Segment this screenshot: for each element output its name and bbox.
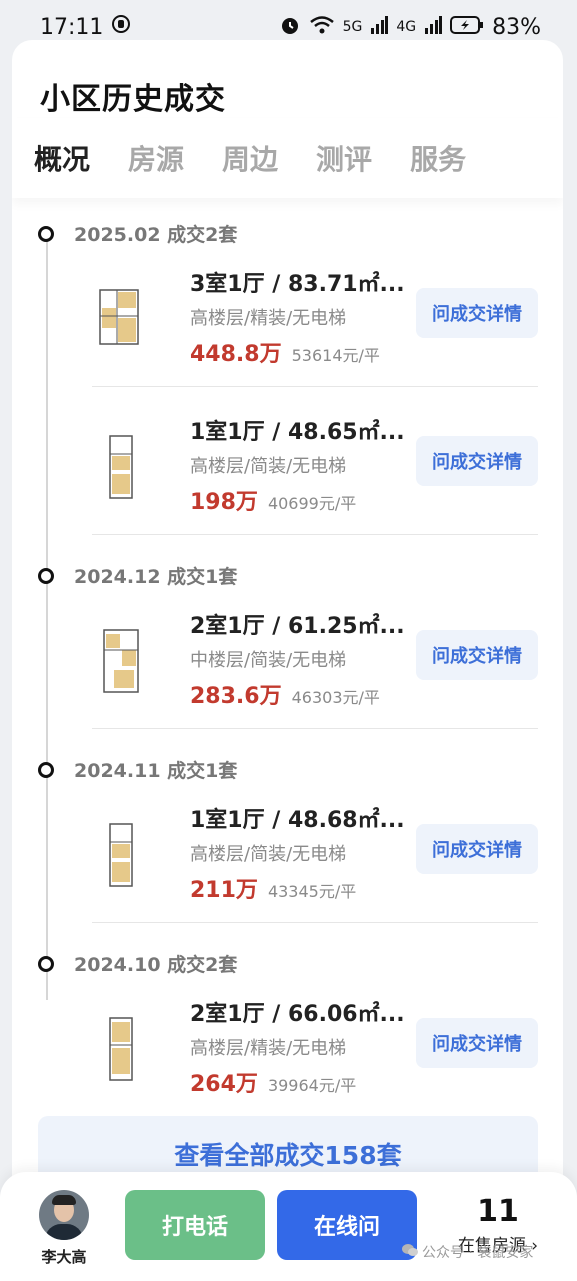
- agent-name: 李大高: [41, 1248, 87, 1266]
- deal-layout: 3室1厅 / 83.71㎡...: [190, 272, 405, 297]
- deal-attributes: 中楼层/简装/无电梯: [190, 650, 347, 671]
- wifi-icon: [309, 15, 335, 39]
- battery-percent: 83%: [492, 14, 541, 40]
- signal-5g-label: 5G: [342, 19, 363, 35]
- floorplan-thumbnail: [92, 426, 150, 506]
- timeline-dot: [38, 955, 54, 972]
- timeline-dot: [38, 225, 54, 242]
- signal-bars-icon: [424, 16, 443, 38]
- timeline-line: [46, 230, 48, 1000]
- timeline-group-header: 2024.10 成交2套: [38, 950, 237, 977]
- ask-deal-details-button[interactable]: 问成交详情: [416, 630, 538, 680]
- onsale-count: 11: [477, 1194, 519, 1229]
- deal-attributes: 高楼层/精装/无电梯: [190, 308, 347, 329]
- deal-attributes: 高楼层/简装/无电梯: [190, 456, 347, 477]
- divider: [92, 922, 538, 923]
- group-label: 2024.10 成交2套: [74, 954, 238, 976]
- alarm-icon: [279, 14, 301, 40]
- timeline-dot: [38, 567, 54, 584]
- tab-listings[interactable]: 房源: [128, 138, 184, 178]
- deal-total-price: 211万: [190, 878, 258, 903]
- deal-item[interactable]: 1室1厅 / 48.68㎡... 高楼层/简装/无电梯 211万 43345元/…: [92, 802, 538, 942]
- watermark: 公众号 · 袋鼠安家: [402, 1242, 533, 1262]
- battery-icon: [450, 16, 484, 38]
- ask-deal-details-button[interactable]: 问成交详情: [416, 824, 538, 874]
- group-label: 2025.02 成交2套: [74, 224, 238, 246]
- deal-layout: 2室1厅 / 66.06㎡...: [190, 1002, 405, 1027]
- deal-total-price: 198万: [190, 490, 258, 515]
- tab-review[interactable]: 测评: [316, 138, 372, 178]
- tab-nearby[interactable]: 周边: [222, 138, 278, 178]
- group-label: 2024.12 成交1套: [74, 566, 238, 588]
- deal-total-price: 448.8万: [190, 342, 282, 367]
- deal-unit-price: 46303元/平: [291, 688, 380, 707]
- divider: [92, 386, 538, 387]
- deal-attributes: 高楼层/精装/无电梯: [190, 1038, 347, 1059]
- call-button[interactable]: 打电话: [125, 1190, 265, 1260]
- ask-deal-details-button[interactable]: 问成交详情: [416, 1018, 538, 1068]
- divider: [92, 534, 538, 535]
- status-time: 17:11: [40, 14, 104, 40]
- divider: [92, 728, 538, 729]
- deal-item[interactable]: 3室1厅 / 83.71㎡... 高楼层/精装/无电梯 448.8万 53614…: [92, 266, 538, 406]
- floorplan-thumbnail: [92, 278, 150, 358]
- timeline-dot: [38, 761, 54, 778]
- group-label: 2024.11 成交1套: [74, 760, 238, 782]
- timeline-group-header: 2024.11 成交1套: [38, 756, 237, 783]
- floorplan-thumbnail: [92, 1008, 150, 1088]
- signal-bars-icon: [370, 16, 389, 38]
- tab-overview[interactable]: 概况: [34, 138, 90, 178]
- avatar[interactable]: [39, 1190, 89, 1240]
- deal-layout: 2室1厅 / 61.25㎡...: [190, 614, 405, 639]
- hand-icon: [111, 14, 131, 40]
- floorplan-thumbnail: [92, 620, 150, 700]
- deal-item[interactable]: 2室1厅 / 61.25㎡... 中楼层/简装/无电梯 283.6万 46303…: [92, 608, 538, 748]
- ask-deal-details-button[interactable]: 问成交详情: [416, 288, 538, 338]
- deal-unit-price: 43345元/平: [267, 882, 357, 901]
- tab-service[interactable]: 服务: [410, 138, 466, 178]
- deal-layout: 1室1厅 / 48.65㎡...: [190, 420, 405, 445]
- deal-unit-price: 53614元/平: [291, 346, 380, 365]
- bottom-action-bar: 李大高 打电话 在线问 11 在售房源 ›: [0, 1172, 577, 1281]
- deal-item[interactable]: 1室1厅 / 48.65㎡... 高楼层/简装/无电梯 198万 40699元/…: [92, 414, 538, 554]
- signal-4g-label: 4G: [396, 19, 417, 35]
- deal-attributes: 高楼层/简装/无电梯: [190, 844, 347, 865]
- agent-profile[interactable]: 李大高: [36, 1190, 92, 1267]
- ask-deal-details-button[interactable]: 问成交详情: [416, 436, 538, 486]
- wechat-icon: [402, 1243, 418, 1261]
- timeline-group-header: 2025.02 成交2套: [38, 220, 237, 247]
- deal-total-price: 283.6万: [190, 684, 282, 709]
- deal-unit-price: 40699元/平: [267, 494, 357, 513]
- page-title: 小区历史成交: [40, 82, 226, 117]
- tab-bar: 概况 房源 周边 测评 服务: [12, 118, 563, 198]
- deal-total-price: 264万: [190, 1072, 258, 1097]
- watermark-text: 公众号 · 袋鼠安家: [422, 1245, 534, 1261]
- floorplan-thumbnail: [92, 814, 150, 894]
- deal-unit-price: 39964元/平: [267, 1076, 357, 1095]
- timeline-group-header: 2024.12 成交1套: [38, 562, 237, 589]
- deal-item[interactable]: 2室1厅 / 66.06㎡... 高楼层/精装/无电梯 264万 39964元/…: [92, 996, 538, 1136]
- online-chat-button[interactable]: 在线问: [277, 1190, 417, 1260]
- deal-layout: 1室1厅 / 48.68㎡...: [190, 808, 405, 833]
- history-sheet: 小区历史成交 概况 房源 周边 测评 服务 2025.02 成交2套 3室1厅 …: [12, 40, 563, 1281]
